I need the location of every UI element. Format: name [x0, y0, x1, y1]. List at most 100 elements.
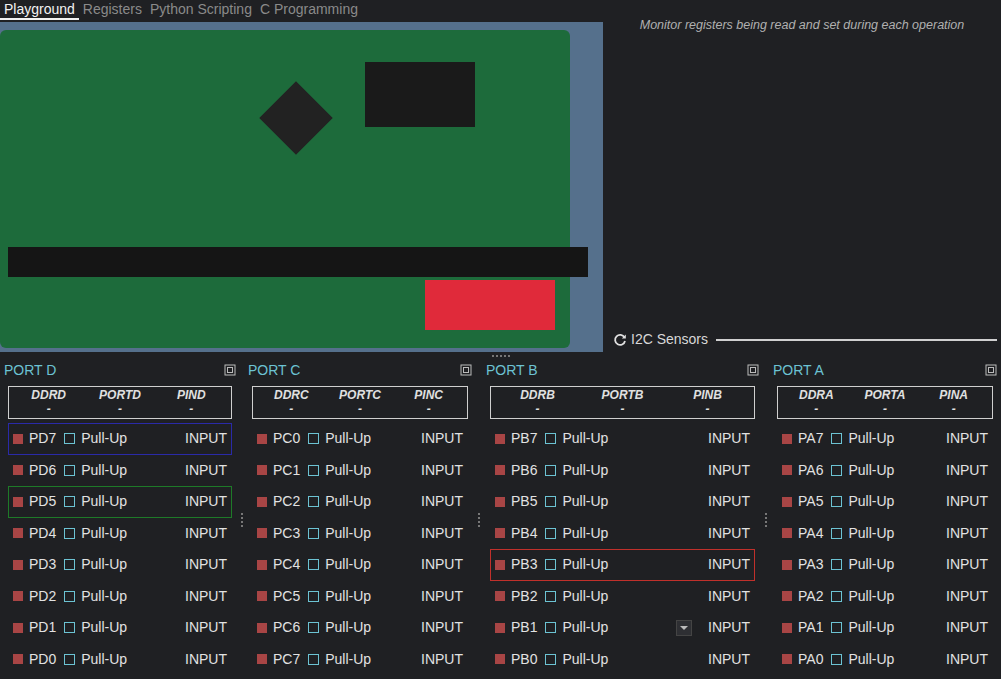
direction-toggle[interactable] — [782, 560, 792, 570]
pull-up-checkbox[interactable] — [308, 433, 319, 444]
pull-up-label[interactable]: Pull-Up — [325, 649, 371, 670]
direction-toggle[interactable] — [257, 560, 267, 570]
pull-up-checkbox[interactable] — [831, 622, 842, 633]
splitter[interactable] — [0, 352, 1001, 360]
direction-toggle[interactable] — [13, 528, 23, 538]
i2c-header[interactable]: I2C Sensors — [603, 329, 1001, 352]
pull-up-label[interactable]: Pull-Up — [562, 523, 608, 544]
pull-up-label[interactable]: Pull-Up — [325, 586, 371, 607]
pull-up-checkbox[interactable] — [545, 528, 556, 539]
pull-up-checkbox[interactable] — [545, 654, 556, 665]
pull-up-checkbox[interactable] — [831, 591, 842, 602]
pull-up-checkbox[interactable] — [545, 465, 556, 476]
pull-up-label[interactable]: Pull-Up — [81, 460, 127, 481]
direction-toggle[interactable] — [782, 654, 792, 664]
pull-up-checkbox[interactable] — [545, 622, 556, 633]
direction-toggle[interactable] — [13, 434, 23, 444]
direction-toggle[interactable] — [782, 623, 792, 633]
direction-toggle[interactable] — [257, 497, 267, 507]
separator-handle[interactable] — [765, 513, 767, 527]
pull-up-label[interactable]: Pull-Up — [848, 649, 894, 670]
pull-up-label[interactable]: Pull-Up — [325, 460, 371, 481]
pull-up-label[interactable]: Pull-Up — [81, 554, 127, 575]
tab[interactable]: Registers — [79, 0, 146, 20]
pull-up-checkbox[interactable] — [64, 622, 75, 633]
pull-up-checkbox[interactable] — [545, 433, 556, 444]
direction-toggle[interactable] — [13, 591, 23, 601]
pull-up-label[interactable]: Pull-Up — [81, 428, 127, 449]
pull-up-label[interactable]: Pull-Up — [848, 554, 894, 575]
direction-toggle[interactable] — [782, 434, 792, 444]
pull-up-checkbox[interactable] — [831, 465, 842, 476]
direction-toggle[interactable] — [13, 560, 23, 570]
pull-up-checkbox[interactable] — [308, 591, 319, 602]
direction-toggle[interactable] — [13, 654, 23, 664]
pull-up-label[interactable]: Pull-Up — [848, 586, 894, 607]
separator-handle[interactable] — [478, 513, 480, 527]
splitter-handle[interactable] — [492, 355, 510, 357]
pull-up-checkbox[interactable] — [831, 496, 842, 507]
pull-up-checkbox[interactable] — [308, 528, 319, 539]
direction-toggle[interactable] — [495, 560, 505, 570]
pull-up-checkbox[interactable] — [545, 496, 556, 507]
pull-up-checkbox[interactable] — [831, 559, 842, 570]
i2c-label[interactable]: I2C Sensors — [631, 329, 708, 350]
pull-up-checkbox[interactable] — [831, 654, 842, 665]
pull-up-checkbox[interactable] — [308, 622, 319, 633]
pull-up-label[interactable]: Pull-Up — [562, 554, 608, 575]
pull-up-checkbox[interactable] — [831, 433, 842, 444]
direction-toggle[interactable] — [782, 591, 792, 601]
separator-handle[interactable] — [241, 513, 243, 527]
pull-up-checkbox[interactable] — [64, 465, 75, 476]
direction-toggle[interactable] — [257, 528, 267, 538]
direction-toggle[interactable] — [257, 434, 267, 444]
pull-up-checkbox[interactable] — [545, 591, 556, 602]
pull-up-label[interactable]: Pull-Up — [848, 491, 894, 512]
pull-up-label[interactable]: Pull-Up — [848, 460, 894, 481]
direction-toggle[interactable] — [495, 623, 505, 633]
direction-toggle[interactable] — [257, 591, 267, 601]
pull-up-label[interactable]: Pull-Up — [325, 554, 371, 575]
pull-up-label[interactable]: Pull-Up — [81, 649, 127, 670]
pull-up-label[interactable]: Pull-Up — [81, 617, 127, 638]
pull-up-checkbox[interactable] — [64, 559, 75, 570]
tab[interactable]: Python Scripting — [146, 0, 256, 20]
panel-separator[interactable] — [240, 360, 244, 679]
pull-up-label[interactable]: Pull-Up — [325, 428, 371, 449]
pull-up-checkbox[interactable] — [64, 591, 75, 602]
direction-toggle[interactable] — [495, 497, 505, 507]
mode-dropdown[interactable] — [676, 620, 692, 636]
pull-up-label[interactable]: Pull-Up — [848, 617, 894, 638]
direction-toggle[interactable] — [495, 654, 505, 664]
tab[interactable]: C Programming — [256, 0, 362, 20]
panel-separator[interactable] — [476, 360, 482, 679]
pull-up-label[interactable]: Pull-Up — [81, 491, 127, 512]
pull-up-label[interactable]: Pull-Up — [562, 649, 608, 670]
pull-up-checkbox[interactable] — [308, 654, 319, 665]
panel-separator[interactable] — [763, 360, 769, 679]
pull-up-checkbox[interactable] — [64, 654, 75, 665]
pull-up-label[interactable]: Pull-Up — [325, 491, 371, 512]
direction-toggle[interactable] — [782, 497, 792, 507]
direction-toggle[interactable] — [495, 528, 505, 538]
direction-toggle[interactable] — [13, 465, 23, 475]
pull-up-checkbox[interactable] — [308, 465, 319, 476]
pull-up-checkbox[interactable] — [64, 528, 75, 539]
pull-up-checkbox[interactable] — [64, 433, 75, 444]
pull-up-label[interactable]: Pull-Up — [562, 491, 608, 512]
direction-toggle[interactable] — [782, 528, 792, 538]
pull-up-label[interactable]: Pull-Up — [562, 617, 608, 638]
direction-toggle[interactable] — [257, 654, 267, 664]
pull-up-label[interactable]: Pull-Up — [562, 428, 608, 449]
pull-up-label[interactable]: Pull-Up — [81, 523, 127, 544]
pull-up-checkbox[interactable] — [545, 559, 556, 570]
pull-up-label[interactable]: Pull-Up — [848, 523, 894, 544]
direction-toggle[interactable] — [495, 465, 505, 475]
direction-toggle[interactable] — [257, 465, 267, 475]
pull-up-checkbox[interactable] — [308, 559, 319, 570]
pull-up-label[interactable]: Pull-Up — [325, 523, 371, 544]
direction-toggle[interactable] — [495, 591, 505, 601]
pull-up-checkbox[interactable] — [64, 496, 75, 507]
direction-toggle[interactable] — [13, 623, 23, 633]
direction-toggle[interactable] — [257, 623, 267, 633]
